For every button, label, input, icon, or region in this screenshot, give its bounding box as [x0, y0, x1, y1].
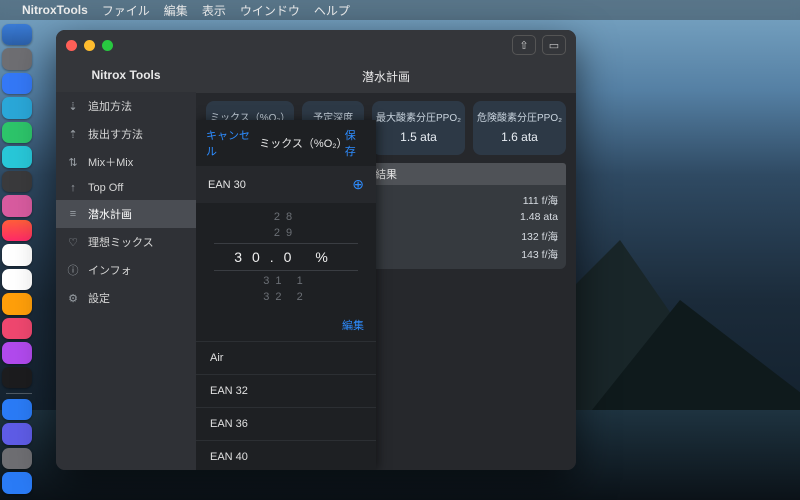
mix-preset[interactable]: EAN 40 — [196, 440, 376, 470]
share-button[interactable]: ⇧ — [512, 35, 536, 55]
wheel-row: 32 2 — [196, 289, 376, 305]
dock-app-icon[interactable] — [2, 423, 32, 444]
dock-app-icon[interactable] — [2, 73, 32, 94]
sheet-title: ミックス（%O₂） — [259, 135, 344, 151]
sidebar-item-icon: ⇅ — [66, 156, 80, 169]
minimize-button[interactable] — [84, 40, 95, 51]
dock-app-icon[interactable] — [2, 269, 32, 290]
sidebar-item-icon: ⇡ — [66, 128, 80, 141]
dock-app-icon[interactable] — [2, 220, 32, 241]
sidebar-item-3[interactable]: ↑ Top Off — [56, 176, 196, 200]
sidebar-item-0[interactable]: ⇣ 追加方法 — [56, 92, 196, 120]
main-panel: 潜水計画 ミックス（%O₂） 30%予定深度 130 f/海最大酸素分圧PPO₂… — [196, 60, 576, 470]
dock-app-icon[interactable] — [2, 195, 32, 216]
percent-picker[interactable]: 28 29 30.0 % 31 1 32 2 — [196, 203, 376, 311]
sidebar-item-6[interactable]: ⓘ インフォ — [56, 256, 196, 284]
dock-app-icon[interactable] — [2, 399, 32, 420]
wheel-row: 29 — [196, 225, 376, 241]
dock-app-icon[interactable] — [2, 48, 32, 69]
sidebar-item-label: 理想ミックス — [88, 234, 154, 250]
menu-window[interactable]: ウインドウ — [240, 2, 300, 19]
selected-mix-label: EAN 30 — [208, 179, 246, 191]
summary-card-2[interactable]: 最大酸素分圧PPO₂ 1.5 ata — [372, 101, 465, 155]
menu-view[interactable]: 表示 — [202, 2, 226, 19]
card-label: 最大酸素分圧PPO₂ — [376, 109, 461, 124]
sidebar-item-icon: ⚙ — [66, 292, 80, 305]
traffic-lights — [66, 40, 113, 51]
selected-mix-row[interactable]: EAN 30 ⊕ — [196, 166, 376, 203]
sidebar-item-icon: ⇣ — [66, 100, 80, 113]
dock-app-icon[interactable] — [2, 122, 32, 143]
wheel-row: 28 — [196, 209, 376, 225]
dock-app-icon[interactable] — [2, 293, 32, 314]
app-window: ⇧ ▭ Nitrox Tools ⇣ 追加方法⇡ 抜出す方法⇅ Mix＋Mix↑… — [56, 30, 576, 470]
dock-app-icon[interactable] — [2, 318, 32, 339]
mix-preset[interactable]: EAN 36 — [196, 407, 376, 440]
sidebar-item-label: Top Off — [88, 182, 123, 194]
menu-help[interactable]: ヘルプ — [314, 2, 350, 19]
sheet-cancel-button[interactable]: キャンセル — [206, 127, 259, 159]
sidebar-item-1[interactable]: ⇡ 抜出す方法 — [56, 120, 196, 148]
mix-picker-sheet: キャンセル ミックス（%O₂） 保存 EAN 30 ⊕ 28 29 30.0 %… — [196, 120, 376, 470]
summary-card-3[interactable]: 危険酸素分圧PPO₂ 1.6 ata — [473, 101, 566, 155]
mix-preset[interactable]: EAN 32 — [196, 374, 376, 407]
sidebar-item-7[interactable]: ⚙ 設定 — [56, 284, 196, 312]
sidebar-item-label: 潜水計画 — [88, 206, 132, 222]
dock-app-icon[interactable] — [2, 24, 32, 45]
dock-app-icon[interactable] — [2, 367, 32, 388]
sidebar-item-icon: ≡ — [66, 208, 80, 220]
menubar-app-name[interactable]: NitroxTools — [22, 3, 88, 17]
sidebar-item-label: 追加方法 — [88, 98, 132, 114]
sheet-save-button[interactable]: 保存 — [345, 127, 366, 159]
dock-app-icon[interactable] — [2, 472, 32, 493]
edit-presets-button[interactable]: 編集 — [342, 320, 364, 332]
sidebar-item-2[interactable]: ⇅ Mix＋Mix — [56, 148, 196, 176]
sidebar: Nitrox Tools ⇣ 追加方法⇡ 抜出す方法⇅ Mix＋Mix↑ Top… — [56, 60, 196, 470]
card-value: 1.5 ata — [376, 130, 461, 144]
sidebar-item-label: 設定 — [88, 290, 110, 306]
add-mix-icon[interactable]: ⊕ — [352, 176, 364, 193]
menubar: NitroxTools ファイル 編集 表示 ウインドウ ヘルプ — [0, 0, 800, 20]
sidebar-item-icon: ⓘ — [66, 262, 80, 278]
sidebar-item-icon: ↑ — [66, 182, 80, 194]
dock-app-icon[interactable] — [2, 146, 32, 167]
menu-edit[interactable]: 編集 — [164, 2, 188, 19]
dock-app-icon[interactable] — [2, 97, 32, 118]
sidebar-item-label: インフォ — [88, 262, 132, 278]
sidebar-item-label: Mix＋Mix — [88, 154, 133, 170]
tabs-button[interactable]: ▭ — [542, 35, 566, 55]
main-title: 潜水計画 — [196, 60, 576, 93]
close-button[interactable] — [66, 40, 77, 51]
card-label: 危険酸素分圧PPO₂ — [477, 109, 562, 124]
sidebar-item-5[interactable]: ♡ 理想ミックス — [56, 228, 196, 256]
dock-app-icon[interactable] — [2, 171, 32, 192]
card-value: 1.6 ata — [477, 130, 562, 144]
dock-app-icon[interactable] — [2, 244, 32, 265]
mix-preset[interactable]: Air — [196, 341, 376, 374]
dock — [2, 22, 36, 496]
wheel-current: 30.0 % — [214, 243, 358, 271]
sidebar-item-icon: ♡ — [66, 236, 80, 249]
menu-file[interactable]: ファイル — [102, 2, 150, 19]
sidebar-item-label: 抜出す方法 — [88, 126, 143, 142]
dock-app-icon[interactable] — [2, 448, 32, 469]
titlebar: ⇧ ▭ — [56, 30, 576, 60]
wheel-row: 31 1 — [196, 273, 376, 289]
sidebar-item-4[interactable]: ≡ 潜水計画 — [56, 200, 196, 228]
dock-app-icon[interactable] — [2, 342, 32, 363]
zoom-button[interactable] — [102, 40, 113, 51]
sidebar-title: Nitrox Tools — [56, 60, 196, 92]
